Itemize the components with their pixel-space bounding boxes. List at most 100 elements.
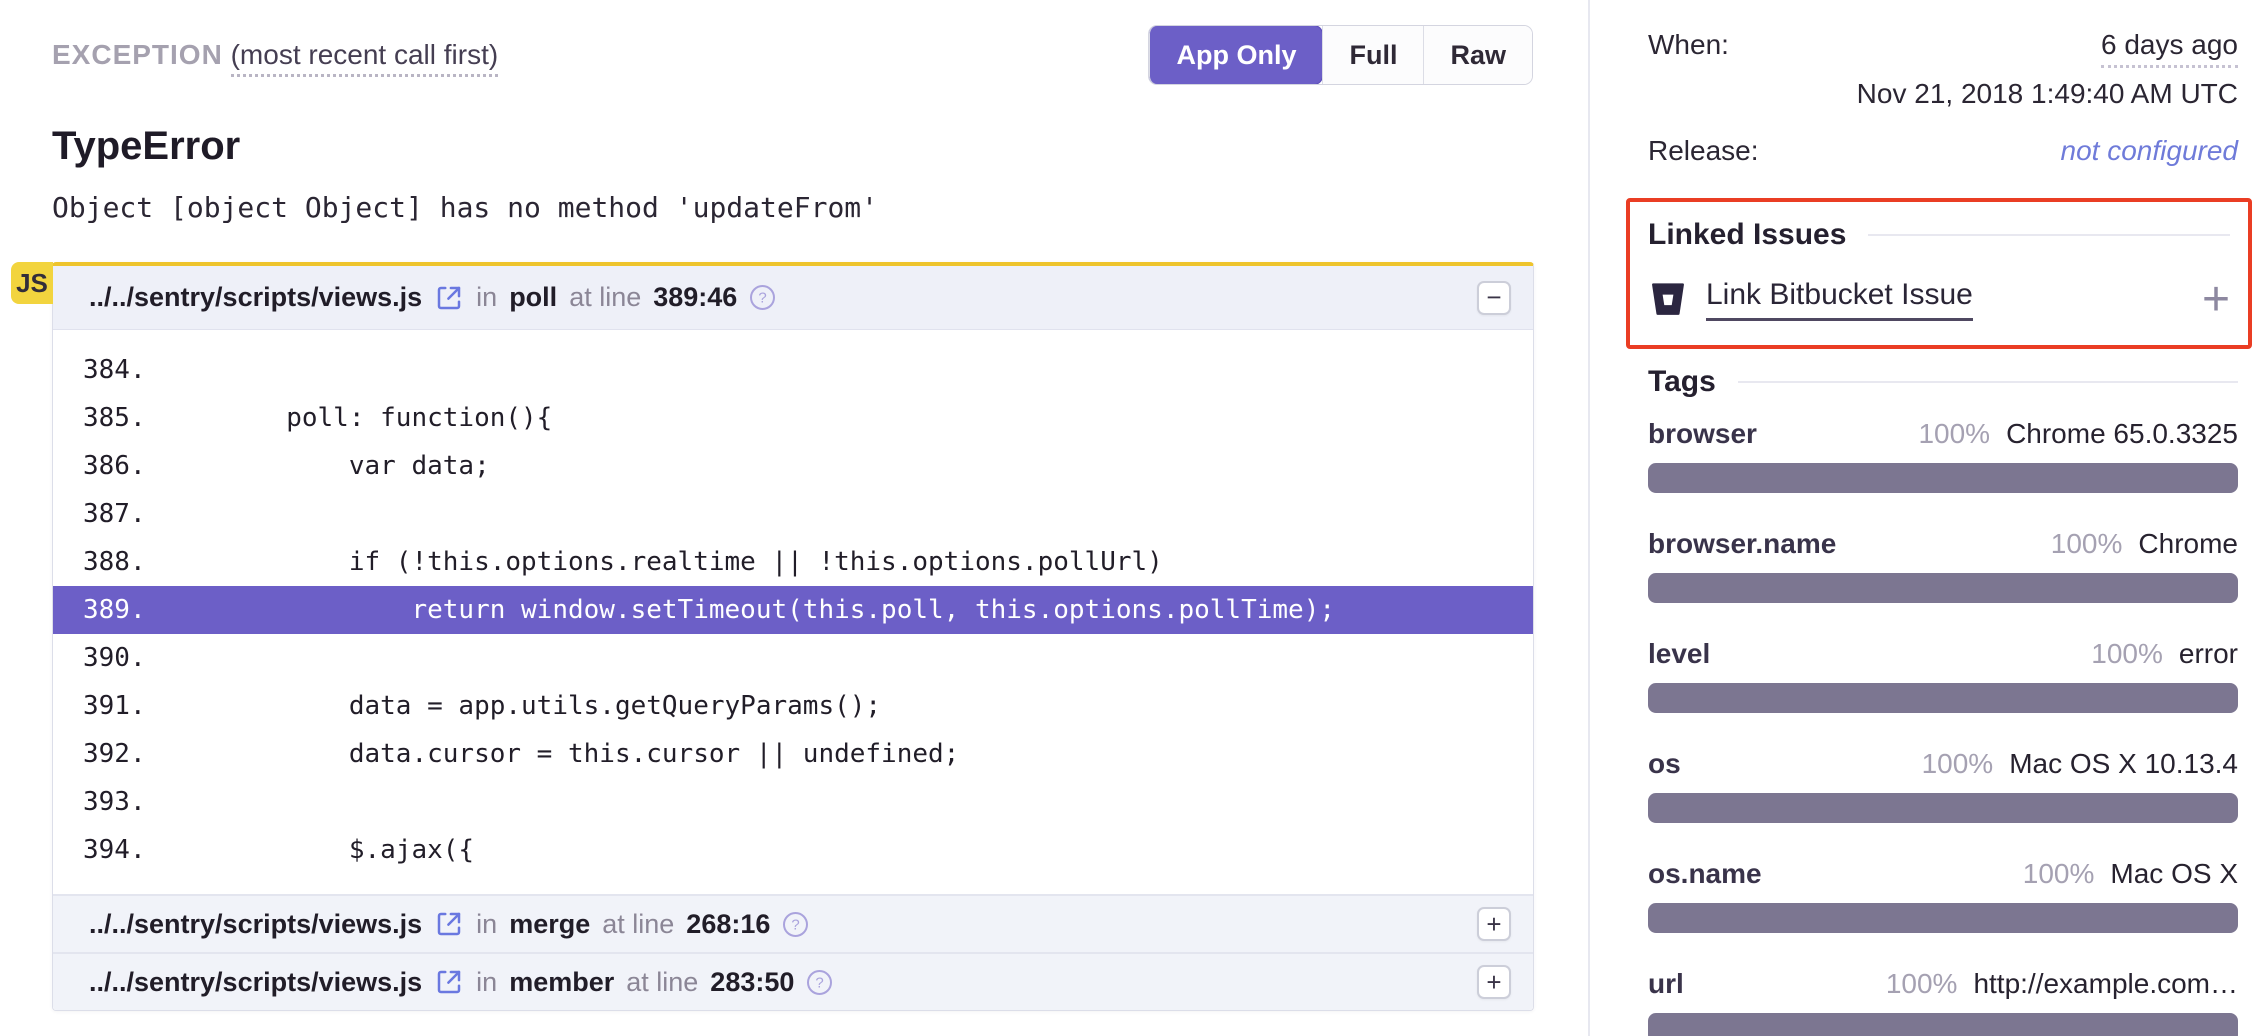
tag-distribution-bar (1648, 903, 2238, 933)
code-line: 386. var data; (53, 442, 1533, 490)
in-label: in (476, 282, 497, 313)
tag-percentage: 100% (1918, 417, 1990, 451)
tags-heading: Tags (1648, 365, 1716, 399)
js-platform-badge: JS (11, 262, 53, 304)
view-toggle-button[interactable]: Raw (1423, 26, 1532, 84)
external-link-icon[interactable] (434, 909, 464, 939)
line-number: 384. (83, 346, 161, 394)
line-code: return window.setTimeout(this.poll, this… (161, 595, 1335, 625)
in-label: in (476, 909, 497, 940)
help-icon[interactable]: ? (806, 969, 833, 996)
tag-value: Chrome (2138, 527, 2238, 561)
tag-percentage: 100% (2091, 637, 2163, 671)
stacktrace-view-toggle: App OnlyFullRaw (1149, 26, 1532, 84)
tag-item-header: level 100% error (1648, 637, 2238, 671)
line-code: var data; (161, 451, 490, 481)
frame-header[interactable]: ../../sentry/scripts/views.js in poll at… (53, 266, 1533, 330)
collapse-frame-button[interactable]: − (1477, 281, 1511, 315)
frame-line-col: 283:50 (710, 967, 794, 998)
line-code: data.cursor = this.cursor || undefined; (161, 739, 959, 769)
collapsed-frames: ../../sentry/scripts/views.js in merge a… (53, 894, 1533, 1010)
tag-key: os.name (1648, 857, 1762, 891)
frame-filename[interactable]: ../../sentry/scripts/views.js (89, 282, 422, 313)
external-link-icon[interactable] (434, 283, 464, 313)
collapsed-frame-row[interactable]: ../../sentry/scripts/views.js in merge a… (53, 894, 1533, 952)
exception-page: EXCEPTION (most recent call first) App O… (0, 0, 2264, 1036)
exception-panel: EXCEPTION (most recent call first) App O… (0, 0, 1590, 1036)
tag-key: browser (1648, 417, 1757, 451)
tag-item: browser 100% Chrome 65.0.3325 (1648, 417, 2238, 493)
help-icon[interactable]: ? (749, 284, 776, 311)
code-line: 387. (53, 490, 1533, 538)
code-line: 394. $.ajax({ (53, 826, 1533, 874)
collapsed-frame-row[interactable]: ../../sentry/scripts/views.js in member … (53, 952, 1533, 1010)
expand-frame-button[interactable]: + (1477, 907, 1511, 941)
linked-issues-heading: Linked Issues (1648, 218, 1846, 252)
line-code: $.ajax({ (161, 835, 474, 865)
add-linked-issue-button[interactable]: + (2202, 281, 2230, 319)
line-code: poll: function(){ (161, 403, 552, 433)
view-toggle-button[interactable]: Full (1322, 26, 1423, 84)
frame-filename[interactable]: ../../sentry/scripts/views.js (89, 909, 422, 940)
tag-item: level 100% error (1648, 637, 2238, 713)
in-label: in (476, 967, 497, 998)
line-number: 387. (83, 490, 161, 538)
exception-header: EXCEPTION (most recent call first) App O… (52, 26, 1532, 84)
frame-line-col: 389:46 (653, 282, 737, 313)
tag-item: os 100% Mac OS X 10.13.4 (1648, 747, 2238, 823)
release-row: Release: not configured (1648, 134, 2238, 168)
line-number: 388. (83, 538, 161, 586)
line-number: 386. (83, 442, 161, 490)
link-bitbucket-issue-link[interactable]: Link Bitbucket Issue (1706, 278, 1973, 321)
when-label: When: (1648, 28, 1729, 62)
line-code: data = app.utils.getQueryParams(); (161, 691, 881, 721)
frame-filename[interactable]: ../../sentry/scripts/views.js (89, 967, 422, 998)
stack-frame-card: JS ../../sentry/scripts/views.js in poll… (52, 262, 1534, 1011)
tag-value: Chrome 65.0.3325 (2006, 417, 2238, 451)
tag-item-header: os.name 100% Mac OS X (1648, 857, 2238, 891)
tag-key: browser.name (1648, 527, 1836, 561)
code-line: 384. (53, 346, 1533, 394)
at-line-label: at line (626, 967, 698, 998)
tags-list: browser 100% Chrome 65.0.3325 browser.na… (1648, 417, 2238, 1036)
error-message: Object [object Object] has no method 'up… (52, 191, 1532, 224)
at-line-label: at line (602, 909, 674, 940)
section-title: EXCEPTION (52, 39, 223, 70)
tag-distribution-bar (1648, 463, 2238, 493)
view-toggle-button[interactable]: App Only (1149, 26, 1322, 84)
line-code: if (!this.options.realtime || !this.opti… (161, 547, 1163, 577)
expand-frame-button[interactable]: + (1477, 965, 1511, 999)
frame-function: member (509, 967, 614, 998)
source-context: 384. 385. poll: function(){ 386. var dat… (53, 330, 1533, 894)
release-value[interactable]: not configured (2061, 134, 2238, 168)
at-line-label: at line (569, 282, 641, 313)
code-line: 391. data = app.utils.getQueryParams(); (53, 682, 1533, 730)
link-bitbucket-row: Link Bitbucket Issue + (1648, 278, 2230, 321)
tag-item-header: browser.name 100% Chrome (1648, 527, 2238, 561)
svg-text:?: ? (816, 974, 824, 991)
code-line: 390. (53, 634, 1533, 682)
frame-function: merge (509, 909, 590, 940)
code-line: 388. if (!this.options.realtime || !this… (53, 538, 1533, 586)
tag-key: os (1648, 747, 1681, 781)
help-icon[interactable]: ? (782, 911, 809, 938)
line-number: 393. (83, 778, 161, 826)
tag-value: Mac OS X 10.13.4 (2009, 747, 2238, 781)
tag-item: url 100% http://example.com… (1648, 967, 2238, 1036)
heading-rule (1868, 234, 2230, 236)
tag-percentage: 100% (1922, 747, 1994, 781)
when-relative[interactable]: 6 days ago (2101, 28, 2238, 68)
line-number: 394. (83, 826, 161, 874)
linked-issues-heading-row: Linked Issues (1648, 218, 2230, 252)
tag-value: http://example.com… (1973, 967, 2238, 1001)
external-link-icon[interactable] (434, 967, 464, 997)
tag-distribution-bar (1648, 1013, 2238, 1036)
tag-distribution-bar (1648, 683, 2238, 713)
tag-item-header: os 100% Mac OS X 10.13.4 (1648, 747, 2238, 781)
when-row: When: 6 days ago (1648, 28, 2238, 68)
frame-function: poll (509, 282, 557, 313)
line-number: 391. (83, 682, 161, 730)
call-order-note[interactable]: (most recent call first) (231, 39, 499, 77)
tag-item-header: browser 100% Chrome 65.0.3325 (1648, 417, 2238, 451)
release-label: Release: (1648, 134, 1759, 168)
